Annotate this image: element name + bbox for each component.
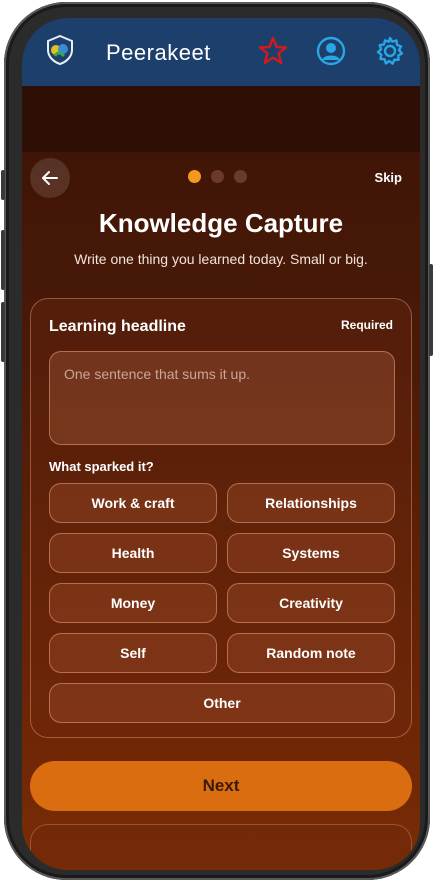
- star-icon[interactable]: [258, 36, 288, 66]
- page-subtitle: Write one thing you learned today. Small…: [74, 251, 368, 267]
- chip-health[interactable]: Health: [49, 533, 217, 573]
- power-button: [429, 264, 433, 356]
- mute-switch: [1, 170, 5, 200]
- header-spacer: [22, 86, 420, 152]
- required-badge: Required: [340, 318, 393, 332]
- step-dot-3: [234, 170, 247, 183]
- chip-creativity[interactable]: Creativity: [227, 583, 395, 623]
- volume-down-button: [1, 302, 5, 362]
- step-dot-1: [188, 170, 201, 183]
- capture-card: Learning headline Required What sparked …: [30, 298, 412, 738]
- chip-work-craft[interactable]: Work & craft: [49, 483, 217, 523]
- back-button[interactable]: [30, 158, 70, 198]
- chip-other[interactable]: Other: [49, 683, 395, 723]
- spark-options: Work & craft Relationships Health System…: [49, 483, 395, 723]
- chip-money[interactable]: Money: [49, 583, 217, 623]
- headline-input[interactable]: [49, 351, 395, 445]
- skip-button[interactable]: Skip: [375, 170, 402, 185]
- gear-icon[interactable]: [375, 36, 405, 66]
- spark-label: What sparked it?: [49, 459, 154, 474]
- chip-relationships[interactable]: Relationships: [227, 483, 395, 523]
- arrow-left-icon: [42, 171, 58, 185]
- volume-up-button: [1, 230, 5, 290]
- next-button[interactable]: Next: [30, 761, 412, 811]
- headline-label: Learning headline: [49, 318, 186, 335]
- app-title: Peerakeet: [106, 40, 211, 65]
- app-header: Peerakeet: [22, 18, 420, 86]
- step-dot-2: [211, 170, 224, 183]
- phone-screen: Peerakeet Skip Knowledge Capture Write o…: [22, 18, 420, 870]
- chip-random-note[interactable]: Random note: [227, 633, 395, 673]
- chip-self[interactable]: Self: [49, 633, 217, 673]
- phone-frame: Peerakeet Skip Knowledge Capture Write o…: [1, 2, 433, 880]
- profile-icon[interactable]: [316, 36, 346, 66]
- chip-systems[interactable]: Systems: [227, 533, 395, 573]
- page-title: Knowledge Capture: [98, 208, 344, 238]
- shield-logo-icon: [47, 35, 73, 65]
- step-indicator: [188, 170, 247, 183]
- next-card-preview: [30, 824, 412, 870]
